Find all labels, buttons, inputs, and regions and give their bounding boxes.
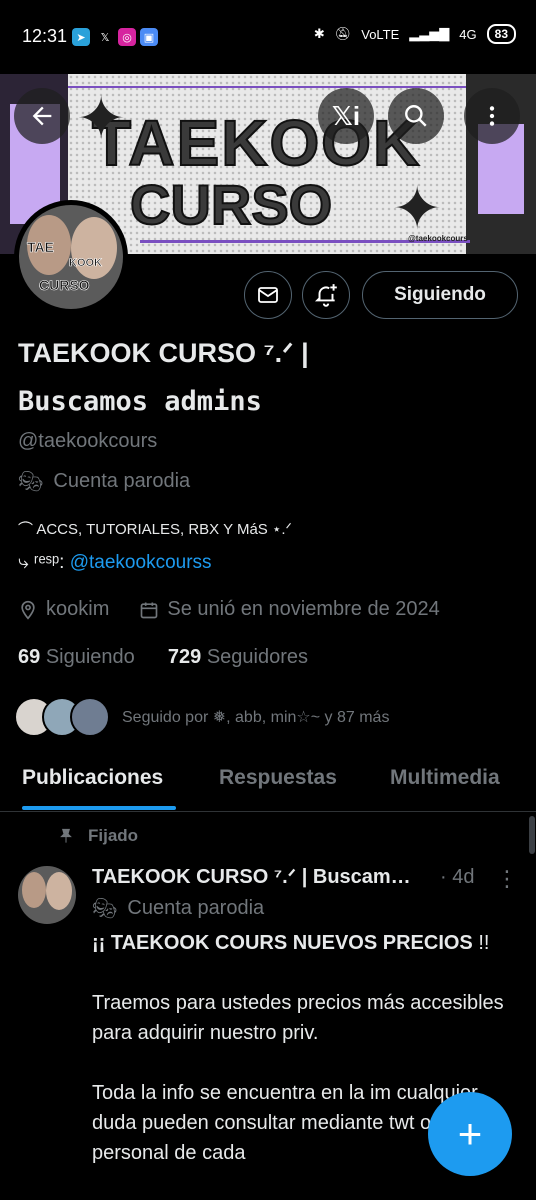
status-right-icons: ✱ 🔕︎ VoLTE ▂▃▅▇ 4G 83	[314, 24, 516, 44]
profile-handle: @taekookcours	[18, 430, 158, 452]
profile-tabs: Publicaciones Respuestas Multimedia	[0, 750, 536, 810]
avatar-text-kook: KOOK	[69, 257, 103, 270]
active-tab-indicator	[22, 806, 176, 810]
status-time: 12:31	[22, 26, 68, 46]
post-author-name[interactable]: TAEKOOK CURSO ⁷.ᐟ | Buscam…	[92, 864, 411, 889]
post-parody-label: Cuenta parodia	[127, 897, 265, 919]
tab-publicaciones[interactable]: Publicaciones	[22, 766, 163, 790]
post-headline: ¡¡ TAEKOOK COURS NUEVOS PRECIOS	[92, 932, 473, 954]
tabs-divider	[0, 811, 536, 812]
battery-indicator: 83	[486, 24, 516, 44]
star-icon: ✦	[76, 85, 127, 152]
bio-line-1: ⌒ ACCS, TUTORIALES, RBX Y MáS ⋆.ᐟ	[18, 521, 292, 538]
status-bar: 12:31 ➤ 𝕏 ◎ ▣ ✱ 🔕︎ VoLTE ▂▃▅▇ 4G 83	[0, 0, 536, 74]
avatar-text-curso: CURSO	[39, 277, 90, 294]
follow-counts: 69 Siguiendo 729 Seguidores	[18, 646, 308, 669]
location-pin-icon	[21, 600, 35, 620]
post-headline-end: !!	[472, 932, 490, 954]
app-notification-icon: ▣	[140, 28, 158, 46]
following-button[interactable]: Siguiendo	[362, 271, 518, 319]
instagram-icon: ◎	[118, 28, 136, 46]
followers-link[interactable]: 729 Seguidores	[168, 646, 308, 668]
telegram-icon: ➤	[72, 28, 90, 46]
compose-post-button[interactable]: +	[428, 1092, 512, 1176]
following-count: 69	[18, 646, 41, 668]
post-avatar-person-right	[46, 872, 72, 910]
bio-prefix: ⤷ ʳᵉˢᵖ:	[18, 552, 70, 573]
bluetooth-icon: ✱	[313, 26, 325, 41]
more-vertical-icon	[489, 106, 495, 126]
x-app-icon: 𝕏	[100, 31, 110, 44]
pinned-label: Fijado	[88, 826, 139, 845]
scrollbar[interactable]	[529, 816, 535, 854]
theater-masks-icon: 🎭︎	[18, 471, 44, 493]
mute-bell-icon: 🔕︎	[334, 26, 352, 41]
bio-line-2: ⤷ ʳᵉˢᵖ: @taekookcourss	[18, 552, 212, 574]
parody-label: Cuenta parodia	[53, 470, 191, 492]
banner-handle: @taekookcours	[408, 234, 468, 243]
following-label: Siguiendo	[45, 646, 135, 668]
envelope-icon	[258, 287, 278, 303]
followed-by-row[interactable]: Seguido por ❅, abb, min☆~ y 87 más	[14, 697, 389, 737]
xi-button[interactable]: 𝕏i	[318, 88, 374, 144]
tab-multimedia[interactable]: Multimedia	[390, 766, 500, 790]
following-link[interactable]: 69 Siguiendo	[18, 646, 135, 668]
avatar-text-tae: TAE	[27, 239, 55, 256]
post-paragraph-1: Traemos para ustedes precios más accesib…	[92, 992, 510, 1044]
avatar-person-right	[71, 217, 117, 279]
location-text: kookim	[46, 598, 110, 620]
profile-name: TAEKOOK CURSO ⁷.ᐟ |	[18, 338, 309, 368]
banner-line-top	[68, 86, 466, 88]
search-button[interactable]	[388, 88, 444, 144]
profile-avatar[interactable]: TAE KOOK CURSO	[14, 200, 128, 314]
notifications-button[interactable]	[302, 271, 350, 319]
tab-respuestas[interactable]: Respuestas	[219, 766, 337, 790]
theater-masks-icon: 🎭︎	[92, 898, 118, 920]
pinned-indicator: Fijado	[58, 826, 138, 846]
followers-label: Seguidores	[206, 646, 309, 668]
network-type: 4G	[459, 26, 477, 42]
volte-label: VoLTE	[361, 26, 400, 42]
calendar-icon	[141, 602, 158, 618]
post-parody-badge: 🎭︎ Cuenta parodia	[92, 896, 264, 921]
profile-name-line2: Buscamos admins	[18, 386, 262, 417]
pin-icon	[60, 828, 72, 843]
post-author-avatar[interactable]	[18, 866, 76, 924]
banner-title-line2: CURSO	[129, 172, 333, 237]
signal-bars-icon: ▂▃▅▇	[409, 26, 450, 41]
back-arrow-icon	[32, 106, 52, 126]
followed-by-text: Seguido por ❅, abb, min☆~ y 87 más	[122, 709, 390, 726]
xi-logo-icon: 𝕏i	[331, 100, 361, 131]
parody-badge: 🎭︎ Cuenta parodia	[18, 469, 190, 494]
more-options-button[interactable]	[464, 88, 520, 144]
post-paragraph-2: Toda la info se encuentra en la im cualq…	[92, 1082, 479, 1164]
post-more-icon[interactable]: ⋮	[496, 866, 518, 892]
profile-meta: kookim Se unió en noviembre de 2024	[18, 598, 440, 621]
joined-text: Se unió en noviembre de 2024	[167, 598, 440, 620]
post-timestamp: · 4d	[440, 866, 475, 888]
bio-mention-link[interactable]: @taekookcourss	[70, 552, 212, 573]
followers-count: 729	[167, 646, 202, 668]
post-avatar-person-left	[22, 872, 46, 908]
follower-avatar	[70, 697, 110, 737]
search-icon	[405, 105, 427, 127]
message-button[interactable]	[244, 271, 292, 319]
avatar-image: TAE KOOK CURSO	[19, 205, 123, 309]
bell-plus-icon	[314, 284, 337, 307]
back-button[interactable]	[14, 88, 70, 144]
